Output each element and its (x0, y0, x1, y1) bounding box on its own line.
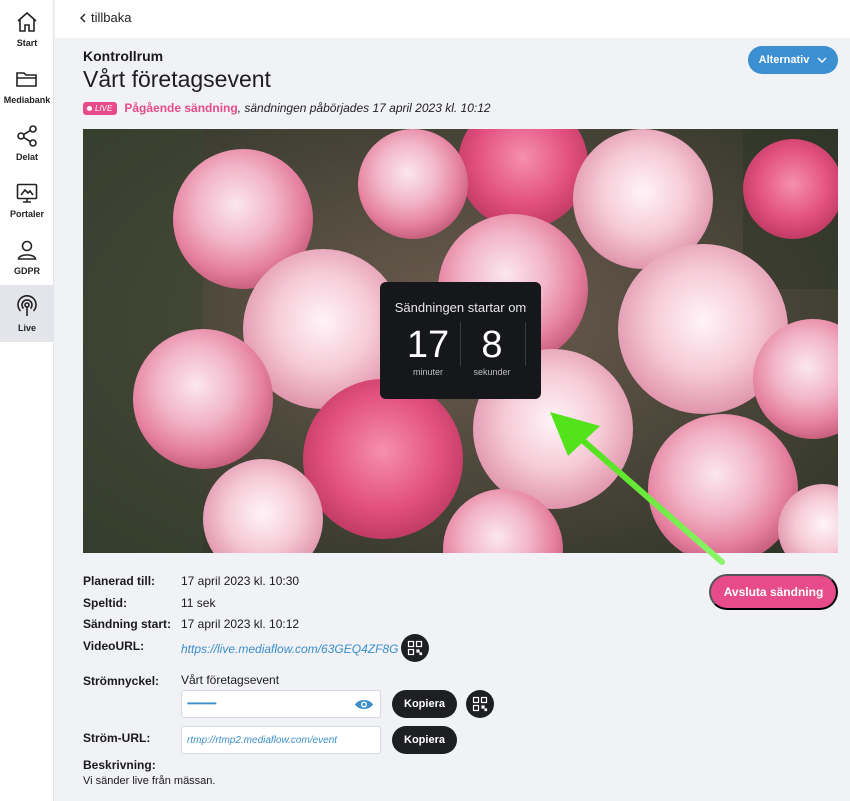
qr-code-icon (407, 640, 423, 656)
copy-streamurl-button[interactable]: Kopiera (392, 726, 457, 754)
end-broadcast-button[interactable]: Avsluta sändning (709, 574, 838, 610)
streamurl-input[interactable]: rtmp://rtmp2.mediaflow.com/event (181, 726, 381, 754)
playtime-label: Speltid: (83, 596, 127, 610)
folder-icon (16, 72, 37, 87)
share-icon (17, 125, 37, 147)
streamkey-name: Vårt företagsevent (181, 673, 280, 687)
start-value: 17 april 2023 kl. 10:12 (181, 617, 300, 631)
sidebar-item-label: Portaler (9, 209, 44, 219)
chevron-left-icon (80, 13, 86, 22)
sidebar-item-label: GDPR (13, 266, 40, 276)
playtime-value: 11 sek (181, 596, 216, 610)
sidebar-item-portaler[interactable]: Portaler (0, 171, 54, 228)
planned-label: Planerad till: (83, 574, 156, 588)
qr-code-button[interactable] (401, 634, 429, 662)
sidebar: Start Mediabank Delat Portaler GDPR Live (0, 0, 54, 801)
sidebar-item-delat[interactable]: Delat (0, 114, 54, 171)
countdown-divider (525, 322, 526, 366)
qr-code-button[interactable] (466, 690, 494, 718)
countdown-overlay: Sändningen startar om 17 minuter 8 sekun… (380, 282, 541, 399)
back-label: tillbaka (91, 10, 132, 25)
copy-streamkey-button[interactable]: Kopiera (392, 690, 457, 718)
broadcast-icon (17, 295, 37, 316)
videourl-link[interactable]: https://live.mediaflow.com/63GEQ4ZF8G (181, 642, 398, 656)
sidebar-item-label: Live (17, 323, 36, 333)
live-badge: LIVE (83, 101, 118, 115)
home-icon (17, 11, 37, 32)
description-label: Beskrivning: (83, 758, 156, 772)
countdown-seconds: 8 (481, 324, 503, 366)
streamkey-masked: •••••••••••••••• (187, 699, 217, 708)
section-title: Kontrollrum (83, 48, 164, 64)
options-label: Alternativ (758, 54, 810, 66)
back-link[interactable]: tillbaka (79, 10, 131, 25)
chevron-down-icon (817, 57, 827, 63)
countdown-seconds-label: sekunder (473, 367, 511, 377)
user-icon (17, 240, 37, 260)
countdown-title: Sändningen startar om (394, 300, 527, 315)
sidebar-item-gdpr[interactable]: GDPR (0, 228, 54, 285)
status-text: Pågående sändning (124, 101, 238, 115)
qr-code-icon (472, 696, 488, 712)
planned-value: 17 april 2023 kl. 10:30 (181, 574, 300, 588)
description-value: Vi sänder live från mässan. (83, 775, 216, 787)
streamurl-value: rtmp://rtmp2.mediaflow.com/event (187, 735, 338, 746)
status-detail: , sändningen påbörjades 17 april 2023 kl… (237, 101, 491, 115)
streamurl-label: Ström-URL: (83, 731, 151, 745)
sidebar-item-mediabank[interactable]: Mediabank (0, 57, 54, 114)
sidebar-item-label: Start (16, 38, 38, 48)
page-title: Vårt företagsevent (83, 66, 271, 92)
sidebar-item-label: Delat (15, 152, 38, 162)
videourl-label: VideoURL: (83, 639, 145, 653)
top-bar: tillbaka (55, 0, 850, 38)
status-line: LIVE Pågående sändning , sändningen påbö… (83, 101, 491, 115)
live-badge-label: LIVE (95, 103, 113, 113)
live-dot-icon (87, 105, 92, 111)
sidebar-item-label: Mediabank (3, 95, 51, 105)
streamkey-input[interactable]: •••••••••••••••• (181, 690, 381, 718)
start-label: Sändning start: (83, 617, 172, 631)
portal-icon (16, 183, 38, 203)
options-button[interactable]: Alternativ (748, 46, 838, 74)
sidebar-item-start[interactable]: Start (0, 0, 54, 57)
arrow-annotation (550, 412, 725, 565)
streamkey-label: Strömnyckel: (83, 674, 160, 688)
sidebar-item-live[interactable]: Live (0, 285, 54, 342)
eye-icon[interactable] (354, 698, 374, 711)
